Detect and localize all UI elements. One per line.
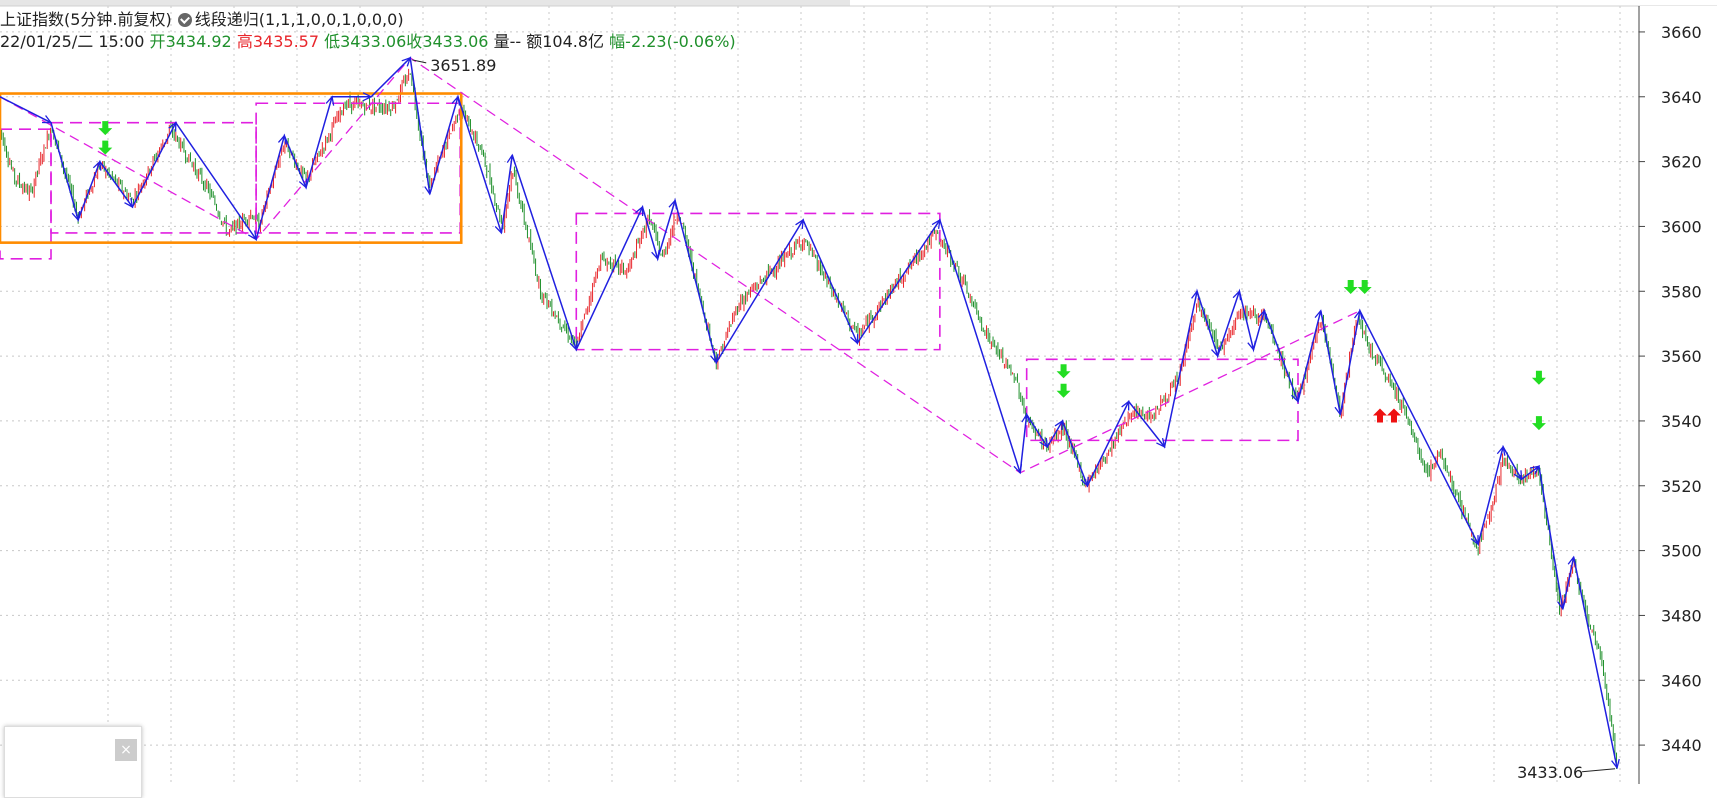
change-value: -2.23(-0.06%) [625,32,736,51]
open-label: 开 [149,32,166,51]
y-tick-label: 3520 [1661,477,1702,496]
low-value: 3433.06 [340,32,407,51]
quote-datetime: 22/01/25/二 15:00 [0,32,145,51]
y-tick-label: 3640 [1661,88,1702,107]
y-tick-label: 3440 [1661,736,1702,755]
y-tick-label: 3480 [1661,606,1702,625]
y-tick-label: 3580 [1661,282,1702,301]
low-price-label: 3433.06 [1517,763,1583,782]
low-label: 低 [324,32,341,51]
check-circle-icon[interactable] [177,13,192,27]
y-tick-label: 3500 [1661,542,1702,561]
close-label: 收 [406,32,423,51]
high-label: 高 [236,32,253,51]
y-tick-label: 3560 [1661,347,1702,366]
chart-title-bar: 上证指数(5分钟.前复权) 线段递归(1,1,1,0,0,1,0,0,0) [0,10,404,30]
y-tick-label: 3540 [1661,412,1702,431]
quote-info-bar: 22/01/25/二 15:00 开3434.92 高3435.57 低3433… [0,32,736,52]
change-label: 幅 [609,32,626,51]
y-tick-label: 3620 [1661,153,1702,172]
amount-value: 104.8亿 [542,32,605,51]
high-price-label: 3651.89 [430,56,496,75]
indicator-name[interactable]: 线段递归(1,1,1,0,0,1,0,0,0) [195,10,404,29]
y-tick-label: 3600 [1661,217,1702,236]
volume-label: 量 [493,32,510,51]
y-tick-label: 3660 [1661,23,1702,42]
kline-chart[interactable]: 3651.89 3433.06 3440 3460 3480 3500 3520 3540 3… [0,0,1717,784]
high-value: 3435.57 [252,32,320,51]
open-value: 3434.92 [165,32,232,51]
chart-title: 上证指数(5分钟.前复权) [0,10,172,29]
y-tick-label: 3460 [1661,671,1702,690]
amount-label: 额 [526,32,543,51]
close-value: 3433.06 [422,32,489,51]
volume-value: -- [509,32,522,51]
close-icon[interactable]: × [115,739,137,761]
mini-preview-panel[interactable]: × [4,726,142,798]
